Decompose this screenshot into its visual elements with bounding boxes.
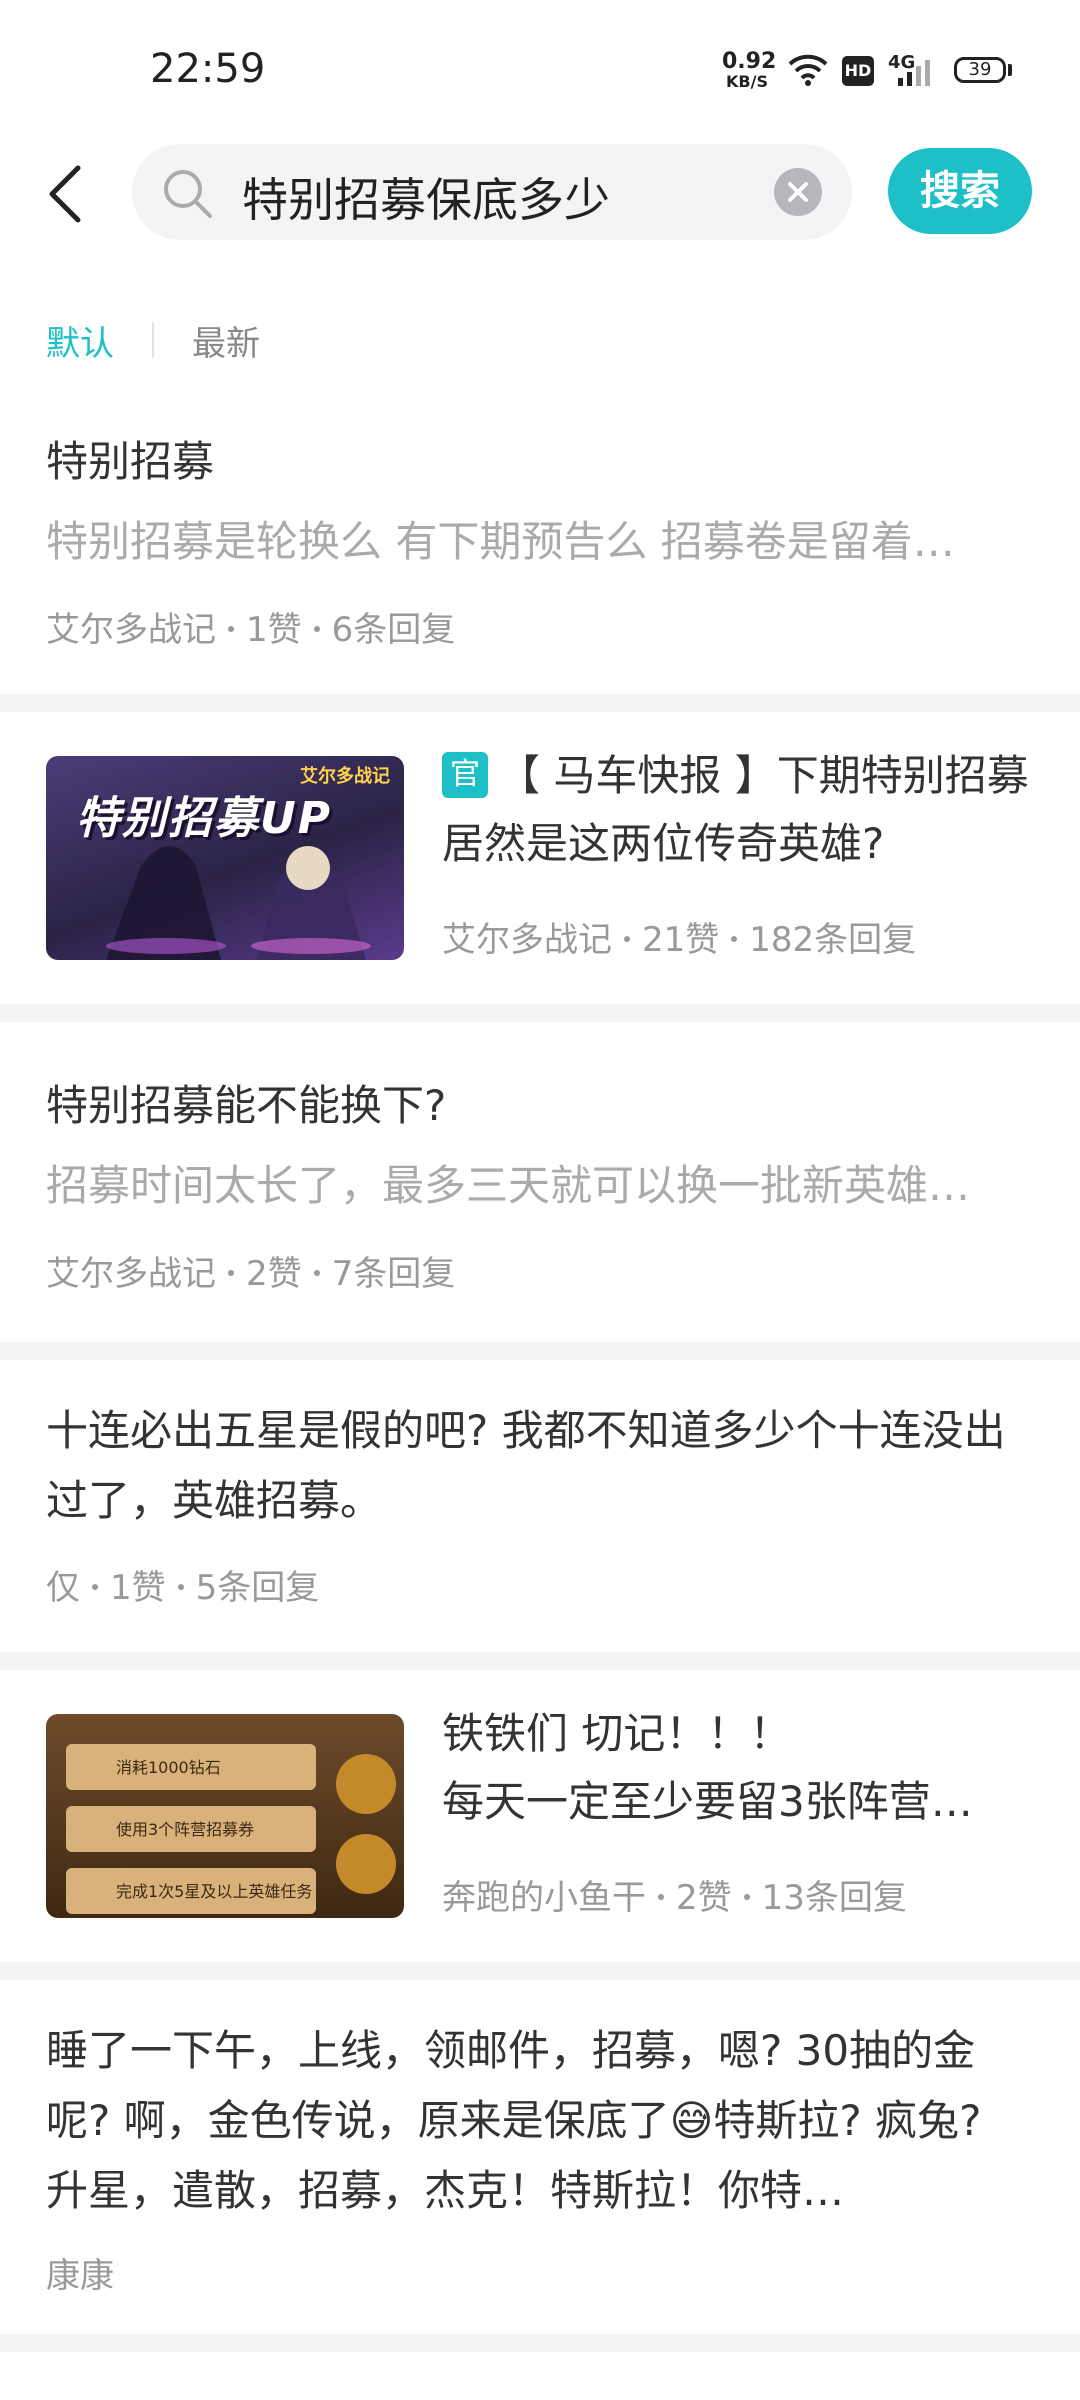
status-bar: 22:59 0.92 KB/S HD 4G 39 [0, 0, 1080, 140]
meta-dot [177, 1583, 184, 1590]
wifi-icon [788, 54, 828, 86]
post-meta: 艾尔多战记 1赞 6条回复 [46, 602, 455, 651]
hd-icon: HD [842, 56, 874, 86]
thumbnail-art [336, 1754, 396, 1894]
section-divider [0, 1004, 1080, 1022]
post-replies: 182条回复 [749, 920, 917, 960]
post-likes: 1赞 [110, 1568, 166, 1608]
search-header: 特别招募保底多少 搜索 [0, 140, 1080, 250]
post-meta: 艾尔多战记 21赞 182条回复 [442, 912, 916, 961]
post-item[interactable]: 特别招募 特别招募是轮换么 有下期预告么 招募卷是留着… 艾尔多战记 1赞 6条回复 [0, 420, 1080, 690]
tab-separator [152, 322, 154, 358]
network-speed-unit: KB/S [726, 72, 768, 91]
post-meta: 康康 [46, 2248, 114, 2297]
search-icon [164, 170, 212, 218]
post-likes: 2赞 [246, 1254, 302, 1294]
post-item[interactable]: 消耗1000钻石 使用3个阵营招募券 完成1次5星及以上英雄任务 铁铁们 切记！… [0, 1670, 1080, 1960]
section-divider [0, 2334, 1080, 2352]
battery-icon: 39 [954, 57, 1006, 83]
post-likes: 2赞 [676, 1878, 732, 1918]
post-thumbnail: 艾尔多战记 特别招募UP [46, 756, 404, 960]
search-input[interactable]: 特别招募保底多少 [132, 144, 852, 240]
post-item[interactable]: 特别招募能不能换下? 招募时间太长了，最多三天就可以换一批新英雄… 艾尔多战记 2… [0, 1022, 1080, 1338]
meta-dot [624, 935, 630, 942]
post-author[interactable]: 仅 [46, 1568, 80, 1608]
post-title-text: 【 马车快报 】下期特别招募居然是这两位传奇英雄? [442, 751, 1029, 868]
post-title: 特别招募 [46, 437, 215, 486]
meta-dot [743, 1893, 750, 1900]
post-author[interactable]: 艾尔多战记 [46, 610, 216, 650]
post-author[interactable]: 奔跑的小鱼干 [442, 1878, 646, 1918]
post-title: 【 马车快报 】下期特别招募居然是这两位传奇英雄? [442, 742, 1042, 878]
post-meta: 仅 1赞 5条回复 [46, 1560, 319, 1609]
post-meta: 奔跑的小鱼干 2赞 13条回复 [442, 1870, 907, 1919]
post-item[interactable]: 睡了一下午，上线，领邮件，招募，嗯? 30抽的金呢? 啊，金色传说，原来是保底了… [0, 1980, 1080, 2326]
section-divider [0, 1962, 1080, 1980]
clear-icon[interactable] [774, 168, 822, 216]
post-content: 铁铁们 切记！！！ 每天一定至少要留3张阵营… [442, 1700, 1042, 1836]
post-snippet: 招募时间太长了，最多三天就可以换一批新英雄… [46, 1161, 971, 1210]
official-badge: 官 [442, 752, 488, 798]
search-query[interactable]: 特别招募保底多少 [242, 164, 610, 230]
post-snippet: 特别招募是轮换么 有下期预告么 招募卷是留着… [46, 517, 955, 566]
network-speed: 0.92 KB/S [722, 49, 777, 92]
meta-dot [228, 1269, 234, 1276]
post-replies: 5条回复 [195, 1568, 320, 1608]
section-divider [0, 1652, 1080, 1670]
meta-dot [313, 625, 320, 632]
network-speed-value: 0.92 [722, 49, 777, 74]
meta-dot [313, 1269, 320, 1276]
post-item[interactable]: 十连必出五星是假的吧? 我都不知道多少个十连没出过了，英雄招募。 仅 1赞 5条回复 [0, 1360, 1080, 1650]
back-arrow-icon[interactable] [38, 162, 98, 226]
section-divider [0, 694, 1080, 712]
post-meta: 艾尔多战记 2赞 7条回复 [46, 1246, 455, 1295]
post-body: 睡了一下午，上线，领邮件，招募，嗯? 30抽的金呢? 啊，金色传说，原来是保底了… [46, 2026, 982, 2215]
post-likes: 1赞 [246, 610, 302, 650]
section-divider [0, 1342, 1080, 1360]
post-replies: 7条回复 [331, 1254, 456, 1294]
meta-dot [92, 1583, 98, 1590]
thumbnail-art [106, 846, 371, 960]
post-content: 官 【 马车快报 】下期特别招募居然是这两位传奇英雄? [442, 742, 1042, 878]
post-replies: 6条回复 [331, 610, 456, 650]
tab-latest[interactable]: 最新 [192, 316, 260, 365]
post-likes: 21赞 [642, 920, 720, 960]
status-time: 22:59 [150, 46, 266, 92]
post-body: 十连必出五星是假的吧? 我都不知道多少个十连没出过了，英雄招募。 [46, 1406, 1006, 1525]
signal-icon [898, 60, 930, 86]
battery-tip [1008, 64, 1012, 76]
search-button[interactable]: 搜索 [888, 148, 1032, 234]
meta-dot [658, 1893, 664, 1900]
post-snippet: 每天一定至少要留3张阵营… [442, 1777, 973, 1826]
meta-dot [731, 935, 738, 942]
post-replies: 13条回复 [761, 1878, 907, 1918]
tab-default[interactable]: 默认 [46, 316, 114, 365]
post-title: 特别招募能不能换下? [46, 1081, 447, 1130]
post-author[interactable]: 艾尔多战记 [46, 1254, 216, 1294]
post-thumbnail: 消耗1000钻石 使用3个阵营招募券 完成1次5星及以上英雄任务 [46, 1714, 404, 1918]
post-title: 铁铁们 切记！！！ [442, 1709, 792, 1758]
meta-dot [228, 625, 234, 632]
post-author[interactable]: 艾尔多战记 [442, 920, 612, 960]
post-item[interactable]: 艾尔多战记 特别招募UP 官 【 马车快报 】下期特别招募居然是这两位传奇英雄?… [0, 712, 1080, 1002]
post-author[interactable]: 康康 [46, 2256, 114, 2296]
